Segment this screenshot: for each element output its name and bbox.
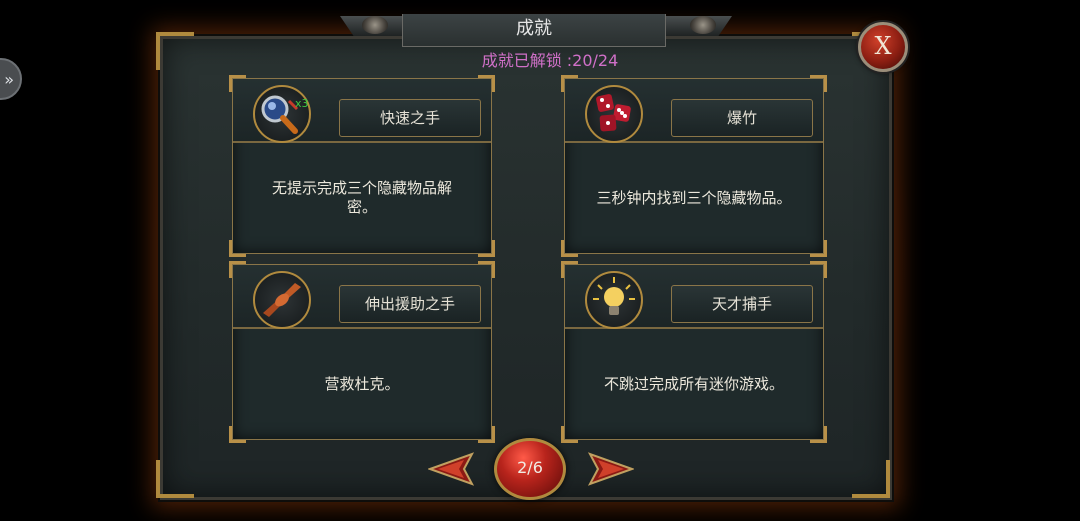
card-bracket — [229, 426, 246, 443]
card-bracket — [229, 75, 246, 92]
svg-text:x3: x3 — [295, 97, 309, 110]
panel-corner-ornament — [852, 460, 890, 498]
achievement-description: 营救杜克。 — [324, 374, 400, 393]
double-chevron-right-icon: » — [4, 70, 14, 89]
achievement-title: 爆竹 — [671, 99, 813, 137]
page-title: 成就 — [402, 14, 666, 47]
card-bracket — [229, 261, 246, 278]
card-bracket — [478, 75, 495, 92]
card-bracket — [810, 426, 827, 443]
panel-corner-ornament — [156, 460, 194, 498]
page-indicator: 2/6 — [494, 438, 566, 500]
card-bracket — [229, 240, 246, 257]
lightbulb-icon — [585, 271, 643, 329]
next-page-button[interactable] — [588, 452, 634, 486]
card-bracket — [561, 261, 578, 278]
card-bracket — [478, 426, 495, 443]
achievement-progress: 成就已解锁 :20/24 — [481, 51, 619, 70]
achievement-card: 爆竹 三秒钟内找到三个隐藏物品。 — [561, 75, 827, 257]
achievement-title: 伸出援助之手 — [339, 285, 481, 323]
magnifier-hint-icon: x3 — [253, 85, 311, 143]
achievement-title: 天才捕手 — [671, 285, 813, 323]
achievement-card: x3 快速之手 无提示完成三个隐藏物品解密。 — [229, 75, 495, 257]
card-bracket — [561, 75, 578, 92]
achievement-card: 天才捕手 不跳过完成所有迷你游戏。 — [561, 261, 827, 443]
card-bracket — [810, 261, 827, 278]
side-menu-button[interactable]: » — [0, 58, 22, 100]
card-bracket — [561, 240, 578, 257]
card-bracket — [810, 240, 827, 257]
achievement-description: 无提示完成三个隐藏物品解密。 — [272, 179, 453, 216]
card-bracket — [478, 240, 495, 257]
dice-icon — [585, 85, 643, 143]
close-button[interactable]: X — [858, 22, 908, 72]
achievement-title: 快速之手 — [339, 99, 481, 137]
prev-page-button[interactable] — [428, 452, 474, 486]
card-bracket — [478, 261, 495, 278]
card-bracket — [561, 426, 578, 443]
card-bracket — [810, 75, 827, 92]
achievement-card: 伸出援助之手 营救杜克。 — [229, 261, 495, 443]
panel-corner-ornament — [156, 32, 194, 70]
achievement-description: 三秒钟内找到三个隐藏物品。 — [596, 188, 792, 207]
handshake-icon — [253, 271, 311, 329]
gear-ornament-icon — [362, 16, 388, 34]
achievement-description: 不跳过完成所有迷你游戏。 — [603, 374, 784, 393]
gear-ornament-icon — [690, 16, 716, 34]
